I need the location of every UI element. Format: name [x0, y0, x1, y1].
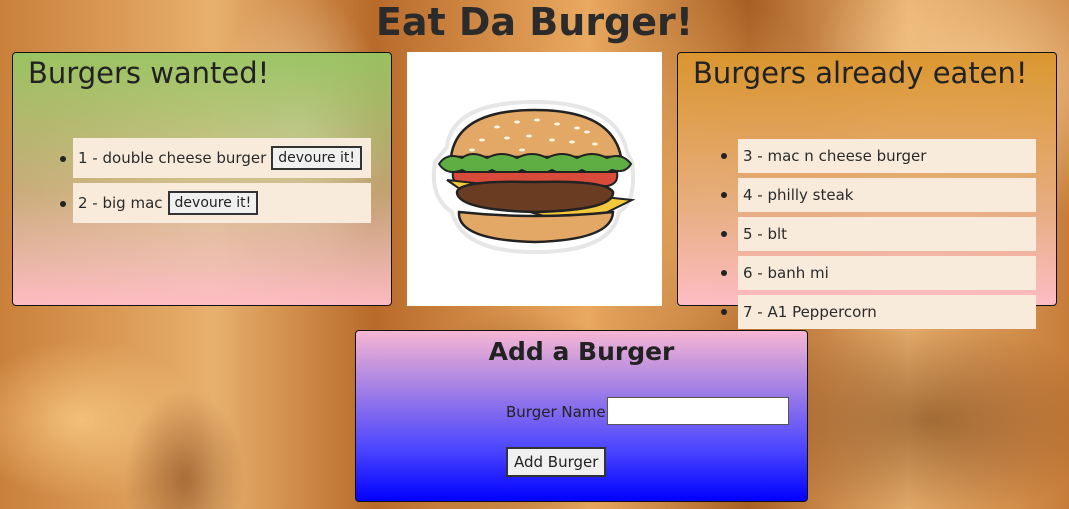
wanted-item: 1 - double cheese burger devoure it!	[73, 138, 371, 178]
eaten-item: 4 - philly steak	[738, 178, 1036, 212]
add-burger-panel: Add a Burger Burger Name: Add Burger	[355, 330, 808, 502]
eaten-item: 7 - A1 Peppercorn	[738, 295, 1036, 329]
devour-button[interactable]: devoure it!	[167, 191, 259, 215]
burgers-eaten-heading: Burgers already eaten!	[693, 56, 1028, 90]
add-burger-heading: Add a Burger	[488, 337, 675, 366]
bullet-icon	[721, 270, 727, 276]
wanted-item: 2 - big mac devoure it!	[73, 183, 371, 223]
bullet-icon	[60, 201, 66, 207]
bullet-icon	[60, 156, 66, 162]
burger-name-input[interactable]	[607, 397, 789, 425]
eaten-item: 6 - banh mi	[738, 256, 1036, 290]
burger-name: 4 - philly steak	[743, 186, 854, 204]
burger-name: 5 - blt	[743, 225, 788, 243]
bullet-icon	[721, 192, 727, 198]
bullet-icon	[721, 231, 727, 237]
burger-name: 1 - double cheese burger	[78, 149, 267, 167]
burgers-wanted-panel: Burgers wanted! 1 - double cheese burger…	[12, 52, 392, 306]
eaten-item: 5 - blt	[738, 217, 1036, 251]
add-burger-button[interactable]: Add Burger	[506, 447, 607, 477]
burgers-wanted-heading: Burgers wanted!	[28, 56, 270, 90]
page-title: Eat Da Burger!	[375, 0, 694, 44]
burger-name: 7 - A1 Peppercorn	[743, 303, 877, 321]
burger-image	[407, 52, 662, 306]
bullet-icon	[721, 309, 727, 315]
devour-button[interactable]: devoure it!	[271, 146, 362, 170]
burger-name: 3 - mac n cheese burger	[743, 147, 927, 165]
burger-icon	[431, 99, 636, 255]
eaten-item: 3 - mac n cheese burger	[738, 139, 1036, 173]
burgers-eaten-panel: Burgers already eaten! 3 - mac n cheese …	[677, 52, 1057, 329]
burger-name: 6 - banh mi	[743, 264, 829, 282]
burger-name-label: Burger Name:	[506, 403, 611, 421]
burger-name: 2 - big mac	[78, 194, 163, 212]
bullet-icon	[721, 153, 727, 159]
